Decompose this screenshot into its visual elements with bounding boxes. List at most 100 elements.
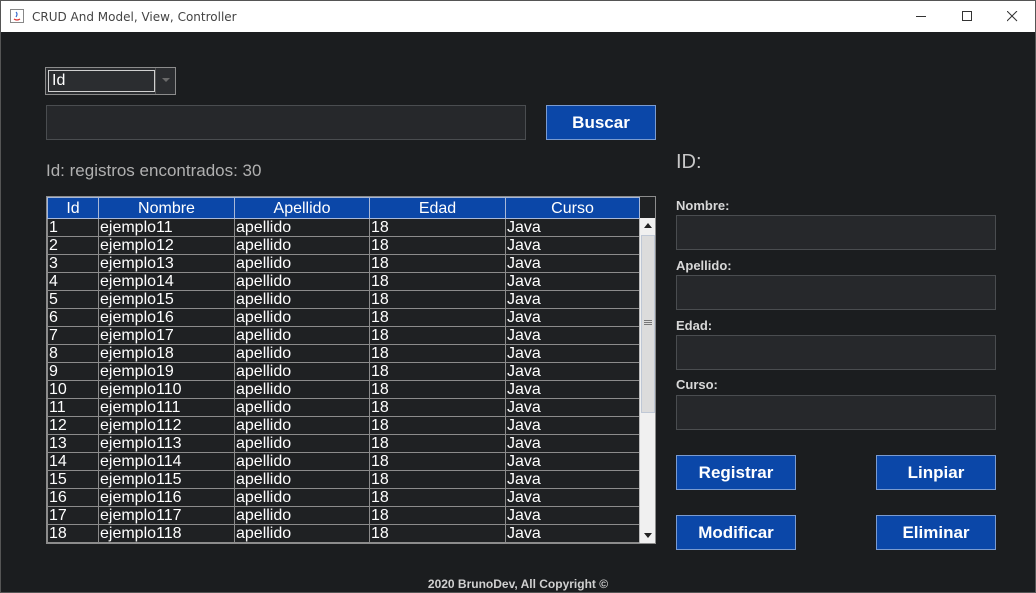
table-cell-curso: Java	[505, 254, 640, 273]
table-cell-nombre: ejemplo118	[98, 524, 235, 543]
table-cell-nombre: ejemplo19	[98, 362, 235, 381]
minimize-button[interactable]	[898, 1, 944, 32]
curso-field[interactable]	[676, 395, 996, 430]
table-row[interactable]: 18 ejemplo118 apellido 18 Java	[47, 524, 640, 543]
table-cell-apellido: apellido	[234, 362, 370, 381]
table-row[interactable]: 16 ejemplo116 apellido 18 Java	[47, 488, 640, 507]
maximize-icon	[962, 11, 972, 21]
window-title: CRUD And Model, View, Controller	[32, 10, 237, 24]
table-row[interactable]: 6 ejemplo16 apellido 18 Java	[47, 308, 640, 327]
java-app-icon	[10, 9, 24, 23]
table-cell-id: 5	[47, 290, 99, 309]
table-cell-curso: Java	[505, 506, 640, 525]
table-cell-nombre: ejemplo114	[98, 452, 235, 471]
table-cell-nombre: ejemplo11	[98, 218, 235, 237]
column-header-curso[interactable]: Curso	[505, 197, 640, 219]
scroll-down-button[interactable]	[640, 528, 655, 543]
close-button[interactable]	[989, 1, 1035, 32]
table-cell-edad: 18	[369, 326, 506, 345]
table-cell-id: 6	[47, 308, 99, 327]
table-cell-curso: Java	[505, 272, 640, 291]
table-cell-curso: Java	[505, 380, 640, 399]
table-cell-nombre: ejemplo110	[98, 380, 235, 399]
table-cell-apellido: apellido	[234, 380, 370, 399]
records-table: Id Nombre Apellido Edad Curso 1 ejemplo11…	[46, 196, 656, 544]
table-cell-id: 3	[47, 254, 99, 273]
column-header-apellido[interactable]: Apellido	[234, 197, 370, 219]
table-cell-id: 12	[47, 416, 99, 435]
table-cell-edad: 18	[369, 470, 506, 489]
table-row[interactable]: 17 ejemplo117 apellido 18 Java	[47, 506, 640, 525]
table-cell-curso: Java	[505, 290, 640, 309]
scroll-thumb[interactable]	[641, 235, 655, 413]
dropdown-arrow[interactable]	[155, 68, 175, 94]
eliminar-button[interactable]: Eliminar	[876, 515, 996, 550]
id-label: ID:	[676, 151, 702, 173]
table-row[interactable]: 9 ejemplo19 apellido 18 Java	[47, 362, 640, 381]
table-cell-nombre: ejemplo111	[98, 398, 235, 417]
table-cell-apellido: apellido	[234, 452, 370, 471]
table-cell-curso: Java	[505, 488, 640, 507]
table-row[interactable]: 5 ejemplo15 apellido 18 Java	[47, 290, 640, 309]
table-cell-edad: 18	[369, 290, 506, 309]
table-row[interactable]: 7 ejemplo17 apellido 18 Java	[47, 326, 640, 345]
modificar-button[interactable]: Modificar	[676, 515, 796, 550]
table-cell-curso: Java	[505, 344, 640, 363]
table-cell-nombre: ejemplo13	[98, 254, 235, 273]
table-cell-nombre: ejemplo113	[98, 434, 235, 453]
table-row[interactable]: 4 ejemplo14 apellido 18 Java	[47, 272, 640, 291]
table-cell-id: 11	[47, 398, 99, 417]
table-cell-curso: Java	[505, 416, 640, 435]
table-cell-curso: Java	[505, 524, 640, 543]
table-scrollbar[interactable]	[639, 218, 655, 543]
table-row[interactable]: 1 ejemplo11 apellido 18 Java	[47, 218, 640, 237]
apellido-field[interactable]	[676, 275, 996, 310]
table-cell-curso: Java	[505, 398, 640, 417]
arrow-down-icon	[644, 533, 652, 538]
table-cell-apellido: apellido	[234, 236, 370, 255]
table-cell-id: 10	[47, 380, 99, 399]
limpiar-button[interactable]: Linpiar	[876, 455, 996, 490]
grip-icon	[644, 320, 652, 325]
table-cell-nombre: ejemplo117	[98, 506, 235, 525]
table-cell-id: 16	[47, 488, 99, 507]
table-row[interactable]: 8 ejemplo18 apellido 18 Java	[47, 344, 640, 363]
edad-field[interactable]	[676, 335, 996, 370]
search-field-select[interactable]: Id	[45, 67, 176, 95]
table-row[interactable]: 3 ejemplo13 apellido 18 Java	[47, 254, 640, 273]
registrar-button[interactable]: Registrar	[676, 455, 796, 490]
search-button[interactable]: Buscar	[546, 105, 656, 140]
search-field-select-value: Id	[48, 70, 155, 92]
table-row[interactable]: 13 ejemplo113 apellido 18 Java	[47, 434, 640, 453]
table-cell-curso: Java	[505, 308, 640, 327]
table-cell-apellido: apellido	[234, 254, 370, 273]
table-cell-apellido: apellido	[234, 218, 370, 237]
nombre-label: Nombre:	[676, 198, 730, 213]
curso-label: Curso:	[676, 377, 718, 392]
table-cell-nombre: ejemplo17	[98, 326, 235, 345]
table-cell-edad: 18	[369, 506, 506, 525]
table-cell-nombre: ejemplo112	[98, 416, 235, 435]
scroll-up-button[interactable]	[640, 218, 655, 234]
table-cell-apellido: apellido	[234, 344, 370, 363]
records-found-label: Id: registros encontrados: 30	[46, 161, 262, 180]
table-row[interactable]: 15 ejemplo115 apellido 18 Java	[47, 470, 640, 489]
table-row[interactable]: 14 ejemplo114 apellido 18 Java	[47, 452, 640, 471]
table-row[interactable]: 2 ejemplo12 apellido 18 Java	[47, 236, 640, 255]
table-cell-curso: Java	[505, 470, 640, 489]
maximize-button[interactable]	[944, 1, 990, 32]
table-row[interactable]: 11 ejemplo111 apellido 18 Java	[47, 398, 640, 417]
column-header-nombre[interactable]: Nombre	[98, 197, 235, 219]
table-cell-nombre: ejemplo12	[98, 236, 235, 255]
table-cell-id: 1	[47, 218, 99, 237]
table-row[interactable]: 10 ejemplo110 apellido 18 Java	[47, 380, 640, 399]
table-cell-apellido: apellido	[234, 272, 370, 291]
table-cell-apellido: apellido	[234, 524, 370, 543]
table-cell-nombre: ejemplo18	[98, 344, 235, 363]
column-header-edad[interactable]: Edad	[369, 197, 506, 219]
search-input[interactable]	[46, 105, 526, 140]
table-cell-nombre: ejemplo116	[98, 488, 235, 507]
nombre-field[interactable]	[676, 215, 996, 250]
column-header-id[interactable]: Id	[47, 197, 99, 219]
table-row[interactable]: 12 ejemplo112 apellido 18 Java	[47, 416, 640, 435]
